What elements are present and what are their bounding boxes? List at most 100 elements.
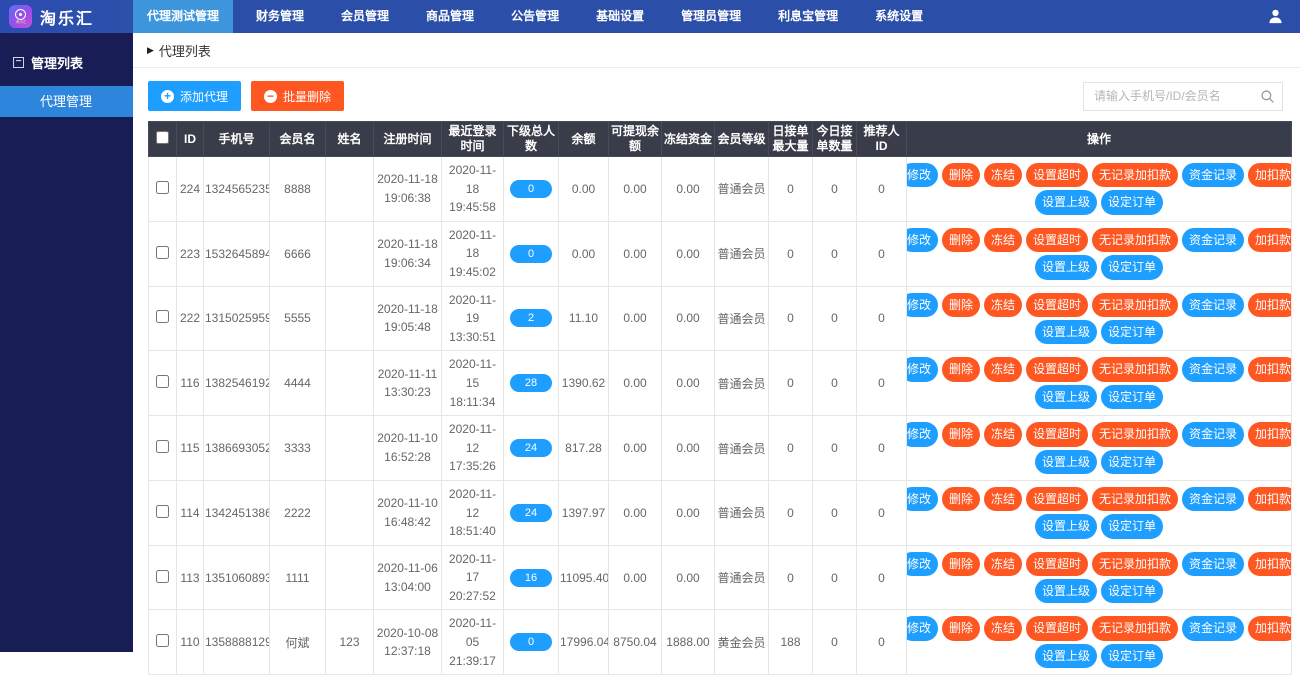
action-edit-button[interactable]: 修改 (907, 228, 938, 252)
action-no-record-adjustment-button[interactable]: 无记录加扣款 (1092, 228, 1178, 252)
subordinates-badge[interactable]: 0 (510, 633, 552, 651)
add-agent-button[interactable]: + 添加代理 (148, 81, 241, 111)
action-adjust-funds-button[interactable]: 加扣款 (1248, 422, 1291, 446)
nav-item[interactable]: 系统设置 (861, 0, 937, 33)
action-no-record-adjustment-button[interactable]: 无记录加扣款 (1092, 293, 1178, 317)
action-set-timeout-button[interactable]: 设置超时 (1026, 357, 1088, 381)
user-menu-button[interactable] (1267, 0, 1300, 33)
action-adjust-funds-button[interactable]: 加扣款 (1248, 293, 1291, 317)
row-checkbox[interactable] (156, 375, 169, 388)
action-freeze-button[interactable]: 冻结 (984, 293, 1022, 317)
action-set-timeout-button[interactable]: 设置超时 (1026, 616, 1088, 640)
row-checkbox[interactable] (156, 440, 169, 453)
brand-logo[interactable]: 淘乐汇 淘乐汇 (0, 0, 133, 33)
action-adjust-funds-button[interactable]: 加扣款 (1248, 228, 1291, 252)
action-funds-record-button[interactable]: 资金记录 (1182, 552, 1244, 576)
nav-item[interactable]: 会员管理 (327, 0, 403, 33)
row-checkbox[interactable] (156, 505, 169, 518)
action-freeze-button[interactable]: 冻结 (984, 487, 1022, 511)
action-delete-button[interactable]: 删除 (942, 228, 980, 252)
action-freeze-button[interactable]: 冻结 (984, 163, 1022, 187)
action-edit-button[interactable]: 修改 (907, 552, 938, 576)
action-adjust-funds-button[interactable]: 加扣款 (1248, 357, 1291, 381)
action-no-record-adjustment-button[interactable]: 无记录加扣款 (1092, 163, 1178, 187)
action-funds-record-button[interactable]: 资金记录 (1182, 293, 1244, 317)
nav-item[interactable]: 公告管理 (497, 0, 573, 33)
action-delete-button[interactable]: 删除 (942, 293, 980, 317)
subordinates-badge[interactable]: 16 (510, 569, 552, 587)
batch-delete-button[interactable]: − 批量删除 (251, 81, 344, 111)
sidebar-group-management-list[interactable]: − 管理列表 (0, 33, 133, 86)
nav-item[interactable]: 财务管理 (242, 0, 318, 33)
action-set-timeout-button[interactable]: 设置超时 (1026, 552, 1088, 576)
action-set-order-button[interactable]: 设定订单 (1101, 385, 1163, 409)
action-no-record-adjustment-button[interactable]: 无记录加扣款 (1092, 552, 1178, 576)
action-funds-record-button[interactable]: 资金记录 (1182, 487, 1244, 511)
action-adjust-funds-button[interactable]: 加扣款 (1248, 552, 1291, 576)
action-delete-button[interactable]: 删除 (942, 163, 980, 187)
subordinates-badge[interactable]: 0 (510, 180, 552, 198)
action-edit-button[interactable]: 修改 (907, 357, 938, 381)
action-delete-button[interactable]: 删除 (942, 422, 980, 446)
action-set-superior-button[interactable]: 设置上级 (1035, 579, 1097, 603)
row-checkbox[interactable] (156, 634, 169, 647)
action-funds-record-button[interactable]: 资金记录 (1182, 422, 1244, 446)
subordinates-badge[interactable]: 24 (510, 504, 552, 522)
action-no-record-adjustment-button[interactable]: 无记录加扣款 (1092, 422, 1178, 446)
action-set-timeout-button[interactable]: 设置超时 (1026, 163, 1088, 187)
action-edit-button[interactable]: 修改 (907, 422, 938, 446)
action-set-superior-button[interactable]: 设置上级 (1035, 514, 1097, 538)
action-set-order-button[interactable]: 设定订单 (1101, 450, 1163, 474)
action-funds-record-button[interactable]: 资金记录 (1182, 357, 1244, 381)
action-funds-record-button[interactable]: 资金记录 (1182, 228, 1244, 252)
action-delete-button[interactable]: 删除 (942, 552, 980, 576)
action-freeze-button[interactable]: 冻结 (984, 357, 1022, 381)
action-set-timeout-button[interactable]: 设置超时 (1026, 487, 1088, 511)
sidebar-item-agent-management[interactable]: 代理管理 (0, 86, 133, 117)
select-all-checkbox[interactable] (156, 131, 169, 144)
action-adjust-funds-button[interactable]: 加扣款 (1248, 163, 1291, 187)
action-set-timeout-button[interactable]: 设置超时 (1026, 293, 1088, 317)
action-freeze-button[interactable]: 冻结 (984, 228, 1022, 252)
action-freeze-button[interactable]: 冻结 (984, 552, 1022, 576)
action-set-order-button[interactable]: 设定订单 (1101, 190, 1163, 214)
search-icon[interactable] (1260, 89, 1275, 109)
action-set-order-button[interactable]: 设定订单 (1101, 514, 1163, 538)
subordinates-badge[interactable]: 2 (510, 309, 552, 327)
action-funds-record-button[interactable]: 资金记录 (1182, 163, 1244, 187)
nav-item[interactable]: 基础设置 (582, 0, 658, 33)
action-no-record-adjustment-button[interactable]: 无记录加扣款 (1092, 616, 1178, 640)
action-set-superior-button[interactable]: 设置上级 (1035, 255, 1097, 279)
action-delete-button[interactable]: 删除 (942, 616, 980, 640)
action-set-superior-button[interactable]: 设置上级 (1035, 190, 1097, 214)
action-set-order-button[interactable]: 设定订单 (1101, 644, 1163, 668)
action-delete-button[interactable]: 删除 (942, 487, 980, 511)
row-checkbox[interactable] (156, 310, 169, 323)
action-edit-button[interactable]: 修改 (907, 293, 938, 317)
action-no-record-adjustment-button[interactable]: 无记录加扣款 (1092, 487, 1178, 511)
subordinates-badge[interactable]: 0 (510, 245, 552, 263)
row-checkbox[interactable] (156, 570, 169, 583)
subordinates-badge[interactable]: 28 (510, 374, 552, 392)
action-set-timeout-button[interactable]: 设置超时 (1026, 228, 1088, 252)
action-freeze-button[interactable]: 冻结 (984, 422, 1022, 446)
action-delete-button[interactable]: 删除 (942, 357, 980, 381)
action-edit-button[interactable]: 修改 (907, 163, 938, 187)
row-checkbox[interactable] (156, 246, 169, 259)
action-set-superior-button[interactable]: 设置上级 (1035, 450, 1097, 474)
action-set-superior-button[interactable]: 设置上级 (1035, 320, 1097, 344)
action-freeze-button[interactable]: 冻结 (984, 616, 1022, 640)
nav-item[interactable]: 利息宝管理 (764, 0, 852, 33)
action-adjust-funds-button[interactable]: 加扣款 (1248, 487, 1291, 511)
subordinates-badge[interactable]: 24 (510, 439, 552, 457)
action-set-order-button[interactable]: 设定订单 (1101, 579, 1163, 603)
action-set-timeout-button[interactable]: 设置超时 (1026, 422, 1088, 446)
action-funds-record-button[interactable]: 资金记录 (1182, 616, 1244, 640)
action-set-superior-button[interactable]: 设置上级 (1035, 385, 1097, 409)
action-edit-button[interactable]: 修改 (907, 616, 938, 640)
action-set-superior-button[interactable]: 设置上级 (1035, 644, 1097, 668)
action-adjust-funds-button[interactable]: 加扣款 (1248, 616, 1291, 640)
action-edit-button[interactable]: 修改 (907, 487, 938, 511)
nav-item[interactable]: 商品管理 (412, 0, 488, 33)
nav-item[interactable]: 管理员管理 (667, 0, 755, 33)
